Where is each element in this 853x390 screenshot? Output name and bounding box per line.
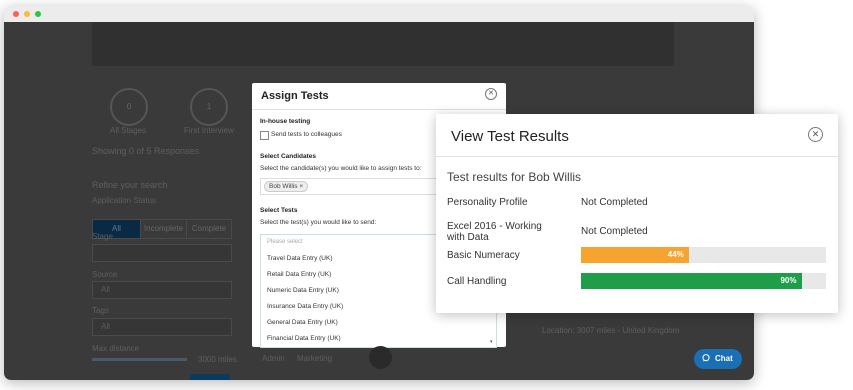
chat-button[interactable]: Chat [694, 349, 742, 369]
candidate-location: Location: 3007 miles - United Kingdom [542, 326, 680, 335]
source-select[interactable]: All [92, 281, 232, 299]
test-option[interactable]: Financial Data Entry (UK) [267, 335, 341, 342]
stage-label-first-interview: First Interview [184, 126, 234, 135]
stage-filter-label: Stage [92, 232, 113, 241]
chat-label: Chat [715, 354, 733, 363]
title-bar [4, 6, 754, 22]
call-handling-progress-bar: 90% [581, 273, 826, 289]
test-option[interactable]: Travel Data Entry (UK) [267, 255, 333, 262]
status-option-complete[interactable]: Complete [186, 219, 232, 239]
basic-numeracy-percent: 44% [667, 250, 684, 259]
refine-heading: Refine your search [92, 180, 168, 190]
result-status: Not Completed [581, 226, 648, 237]
assign-tests-header: Assign Tests ✕ [252, 83, 506, 110]
tests-placeholder: Please select [267, 239, 303, 245]
stage-select[interactable] [92, 244, 232, 262]
scroll-up-button[interactable] [369, 346, 392, 369]
candidate-tag-bob-willis[interactable]: Bob Willis × [264, 181, 309, 192]
send-to-colleagues-label: Send tests to colleagues [271, 131, 342, 138]
select-tests-help: Select the test(s) you would like to sen… [260, 219, 377, 226]
result-label: Basic Numeracy [447, 250, 520, 261]
test-option[interactable]: General Data Entry (UK) [267, 319, 338, 326]
distance-slider[interactable] [92, 358, 187, 361]
results-subtitle: Test results for Bob Willis [447, 170, 582, 184]
select-tests-heading: Select Tests [260, 207, 298, 214]
test-option[interactable]: Retail Data Entry (UK) [267, 271, 331, 278]
background-header-panel [92, 22, 674, 66]
tag-admin: Admin [262, 354, 285, 363]
select-candidates-heading: Select Candidates [260, 153, 316, 160]
distance-value: 3000 miles [198, 355, 237, 364]
stage-circle-all[interactable]: 0 [110, 88, 148, 126]
basic-numeracy-progress-fill: 44% [581, 247, 689, 263]
send-to-colleagues-checkbox[interactable] [260, 131, 269, 140]
inhouse-heading: In-house testing [260, 118, 311, 125]
test-option[interactable]: Numeric Data Entry (UK) [267, 287, 339, 294]
status-option-incomplete[interactable]: Incomplete [140, 219, 187, 239]
maximize-window-button[interactable] [35, 11, 41, 17]
assign-tests-close-icon[interactable]: ✕ [485, 88, 497, 100]
result-status: Not Completed [581, 197, 648, 208]
tag-marketing: Marketing [297, 354, 333, 363]
tags-filter-label: Tags [92, 306, 109, 315]
candidate-select[interactable]: Bob Willis × [260, 178, 438, 195]
stage-circle-first-interview[interactable]: 1 [190, 88, 228, 126]
call-handling-percent: 90% [780, 276, 797, 285]
application-status-label: Application Status [92, 196, 157, 205]
source-filter-label: Source [92, 270, 118, 279]
scroll-down-icon[interactable]: ▾ [490, 339, 493, 345]
max-distance-label: Max distance [92, 344, 140, 353]
tags-select[interactable]: All [92, 318, 232, 336]
basic-numeracy-progress-bar: 44% [581, 247, 826, 263]
test-option[interactable]: Insurance Data Entry (UK) [267, 303, 343, 310]
assign-tests-title: Assign Tests [261, 90, 329, 102]
stage-label-all: All Stages [110, 126, 147, 135]
background-apply-button[interactable] [190, 374, 230, 380]
result-label: Excel 2016 - Working with Data [447, 221, 542, 243]
showing-count: Showing 0 of 5 Responses [92, 146, 200, 156]
view-test-results-modal: View Test Results ✕ Test results for Bob… [436, 114, 838, 313]
view-results-header: View Test Results ✕ [436, 114, 838, 157]
call-handling-progress-fill: 90% [581, 273, 802, 289]
result-label: Call Handling [447, 276, 507, 287]
view-results-close-icon[interactable]: ✕ [808, 127, 823, 142]
chat-bubble-icon [702, 354, 710, 362]
result-label: Personality Profile [447, 197, 528, 208]
close-window-button[interactable] [13, 11, 19, 17]
minimize-window-button[interactable] [24, 11, 30, 17]
view-results-title: View Test Results [451, 128, 569, 145]
select-candidates-help: Select the candidate(s) you would like t… [260, 165, 422, 172]
